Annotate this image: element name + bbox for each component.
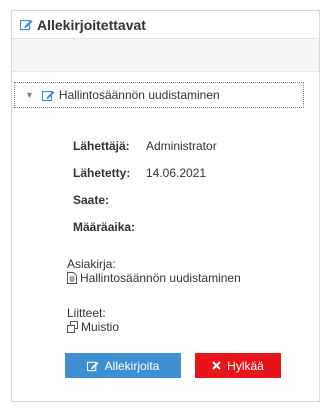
tree-item-label: Hallintosäännön uudistaminen: [58, 88, 220, 102]
document-link[interactable]: Hallintosäännön uudistaminen: [67, 271, 241, 285]
attachment-name: Muistio: [81, 320, 120, 334]
edit-icon: [86, 360, 99, 372]
signing-panel: Allekirjoitettavat: [11, 10, 320, 402]
chevron-down-icon[interactable]: ▼: [25, 90, 34, 100]
message-row: Saate:: [73, 193, 146, 207]
toolbar-band: [12, 39, 319, 72]
panel-header: Allekirjoitettavat: [12, 11, 319, 39]
document-name: Hallintosäännön uudistaminen: [80, 271, 241, 285]
close-icon: [212, 361, 221, 370]
reject-button-label: Hylkää: [227, 358, 264, 373]
deadline-label: Määräaika:: [73, 220, 136, 234]
attachment-link[interactable]: Muistio: [67, 320, 119, 334]
document-label: Asiakirja:: [67, 257, 116, 271]
sent-value: 14.06.2021: [146, 166, 207, 180]
sender-row: Lähettäjä: Administrator: [73, 139, 217, 153]
edit-icon: [41, 89, 55, 102]
message-label: Saate:: [73, 193, 110, 207]
sender-value: Administrator: [146, 139, 217, 153]
document-icon: [67, 272, 77, 284]
sent-row: Lähetetty: 14.06.2021: [73, 166, 206, 180]
sign-button[interactable]: Allekirjoita: [65, 353, 181, 378]
attachments-label: Liitteet:: [67, 306, 106, 320]
sender-label: Lähettäjä:: [73, 139, 130, 153]
deadline-row: Määräaika:: [73, 220, 146, 234]
reject-button[interactable]: Hylkää: [195, 353, 281, 378]
sign-button-label: Allekirjoita: [104, 358, 160, 373]
panel-title: Allekirjoitettavat: [37, 16, 146, 33]
edit-icon: [20, 18, 33, 31]
sent-label: Lähetetty:: [73, 166, 131, 180]
tree-item-hallintosaanto[interactable]: ▼ Hallintosäännön uudistaminen: [14, 82, 304, 108]
paperclip-icon: [67, 321, 78, 333]
